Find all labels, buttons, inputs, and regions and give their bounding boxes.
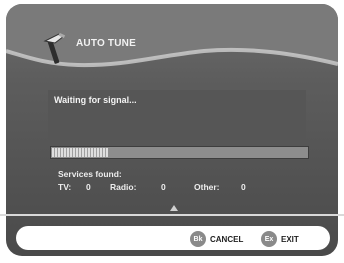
ex-icon: Ex <box>261 231 277 247</box>
services-title: Services found: <box>58 169 122 179</box>
cancel-label: CANCEL <box>210 234 244 244</box>
tv-count: 0 <box>86 182 91 192</box>
other-count: 0 <box>241 182 246 192</box>
page-title: AUTO TUNE <box>76 38 136 49</box>
tool-icon <box>43 32 66 64</box>
tv-label: TV: <box>58 182 72 192</box>
radio-count: 0 <box>161 182 166 192</box>
other-label: Other: <box>194 182 220 192</box>
bottom-divider <box>0 214 344 216</box>
exit-label: EXIT <box>281 234 299 244</box>
up-arrow-icon <box>170 205 178 211</box>
exit-button[interactable]: Ex EXIT <box>261 231 299 247</box>
auto-tune-screen: AUTO TUNE Waiting for signal... Services… <box>0 0 344 263</box>
radio-label: Radio: <box>110 182 137 192</box>
bk-icon: Bk <box>190 231 206 247</box>
cancel-button[interactable]: Bk CANCEL <box>190 231 243 247</box>
tv-panel: AUTO TUNE Waiting for signal... Services… <box>6 4 338 256</box>
progress-bar <box>50 146 309 159</box>
progress-fill <box>52 148 109 157</box>
status-message: Waiting for signal... <box>54 95 137 105</box>
